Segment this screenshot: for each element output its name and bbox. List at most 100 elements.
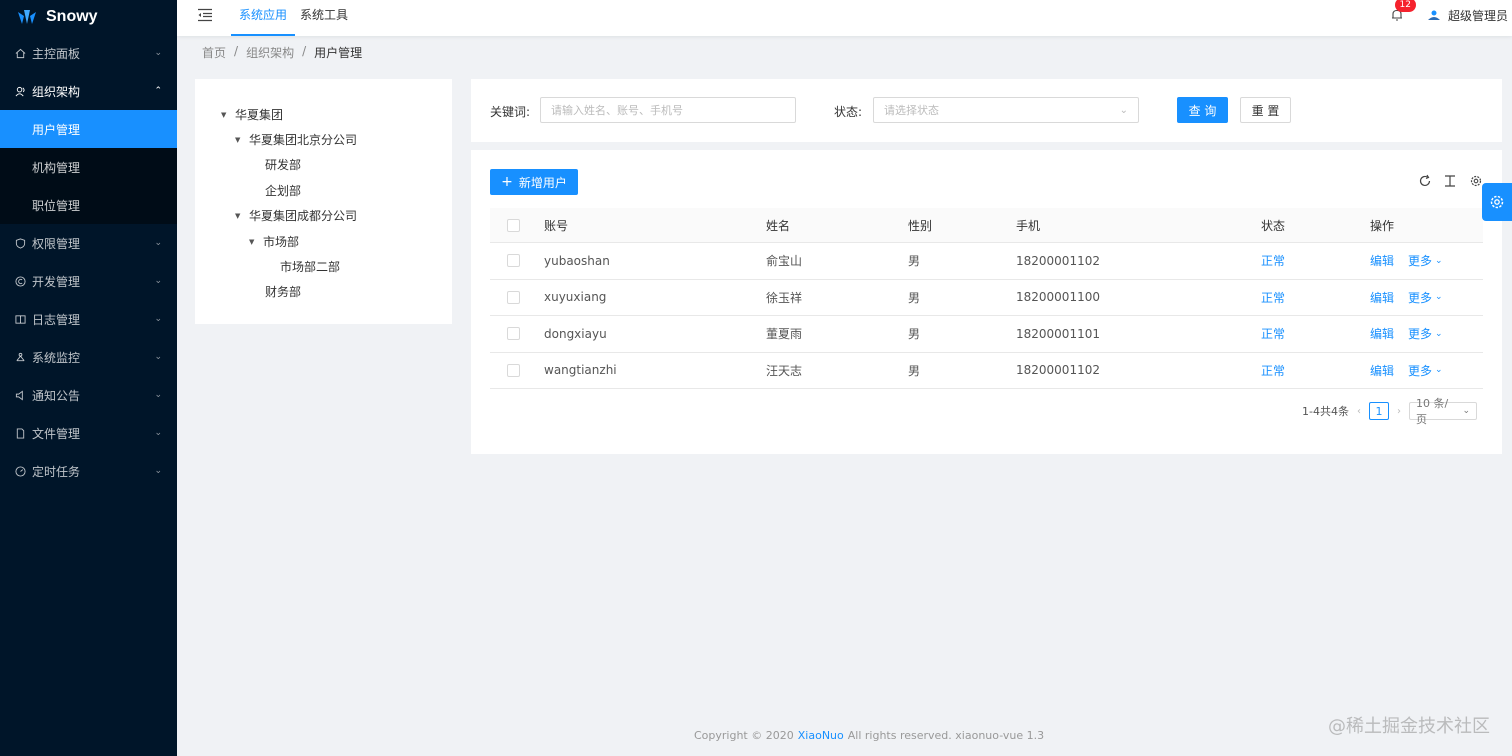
sidebar-item-user-management[interactable]: 用户管理 <box>0 110 177 148</box>
next-page-icon[interactable]: › <box>1397 406 1401 417</box>
cell-phone: 18200001102 <box>1016 363 1100 378</box>
status-link[interactable]: 正常 <box>1261 243 1285 279</box>
sidebar-item-notice[interactable]: 通知公告 ⌄ <box>0 376 177 414</box>
logo[interactable]: Snowy <box>0 0 177 34</box>
column-header[interactable]: 账号 <box>544 208 568 242</box>
select-all-checkbox[interactable] <box>507 208 520 242</box>
sidebar-item-label: 文件管理 <box>32 426 81 441</box>
status-link[interactable]: 正常 <box>1261 316 1285 352</box>
breadcrumb-org[interactable]: 组织架构 <box>246 44 294 61</box>
status-link[interactable]: 正常 <box>1261 353 1285 389</box>
more-dropdown[interactable]: 更多 ⌄ <box>1408 243 1443 279</box>
keyword-label: 关键词: <box>490 105 531 119</box>
sidebar-item-dashboard[interactable]: 主控面板 ⌄ <box>0 34 177 72</box>
tab-system-apps[interactable]: 系统应用 <box>231 0 296 36</box>
column-header[interactable]: 手机 <box>1016 208 1040 242</box>
chevron-down-icon: ⌄ <box>154 390 162 400</box>
tab-system-tools[interactable]: 系统工具 <box>300 0 348 36</box>
column-height-icon[interactable] <box>1443 174 1457 188</box>
edit-link[interactable]: 编辑 <box>1370 316 1394 352</box>
more-dropdown[interactable]: 更多 ⌄ <box>1408 316 1443 352</box>
sidebar-item-org-management[interactable]: 机构管理 <box>0 148 177 186</box>
prev-page-icon[interactable]: ‹ <box>1357 406 1361 417</box>
query-button[interactable]: 查 询 <box>1177 97 1228 123</box>
caret-down-icon[interactable]: ▼ <box>235 136 243 144</box>
sidebar-item-label: 主控面板 <box>32 46 81 61</box>
cell-name: 董夏雨 <box>766 327 803 342</box>
tree-node[interactable]: 研发部 <box>265 156 301 173</box>
tree-node[interactable]: 企划部 <box>265 182 301 199</box>
breadcrumb-separator: / <box>234 44 239 58</box>
tree-node[interactable]: ▼ 市场部 <box>249 233 299 250</box>
cell-gender: 男 <box>908 363 921 378</box>
setting-icon[interactable] <box>1469 174 1483 188</box>
sidebar-item-file[interactable]: 文件管理 ⌄ <box>0 414 177 452</box>
caret-down-icon[interactable]: ▼ <box>235 212 243 220</box>
sidebar-item-log[interactable]: 日志管理 ⌄ <box>0 300 177 338</box>
sidebar-item-permission[interactable]: 权限管理 ⌄ <box>0 224 177 262</box>
cell-name: 徐玉祥 <box>766 290 803 305</box>
breadcrumb-home[interactable]: 首页 <box>202 44 226 61</box>
more-dropdown[interactable]: 更多 ⌄ <box>1408 280 1443 316</box>
add-user-button[interactable]: + 新增用户 <box>490 169 578 195</box>
footer: Copyright © 2020 XiaoNuo All rights rese… <box>694 729 1044 742</box>
tree-node[interactable]: ▼ 华夏集团成都分公司 <box>235 207 357 224</box>
sidebar-item-dev[interactable]: 开发管理 ⌄ <box>0 262 177 300</box>
watermark: @稀土掘金技术社区 <box>1328 716 1490 737</box>
chevron-up-icon: ⌃ <box>154 86 162 96</box>
sidebar-item-monitor[interactable]: 系统监控 ⌄ <box>0 338 177 376</box>
sidebar-item-position-management[interactable]: 职位管理 <box>0 186 177 224</box>
status-select[interactable]: 请选择状态 ⌄ <box>873 97 1139 123</box>
chevron-down-icon: ⌄ <box>1119 104 1128 116</box>
page-number[interactable]: 1 <box>1369 402 1389 420</box>
sidebar-item-label: 权限管理 <box>32 236 81 251</box>
row-checkbox[interactable] <box>507 243 520 279</box>
caret-down-icon[interactable]: ▼ <box>249 238 257 246</box>
settings-drawer-button[interactable] <box>1482 183 1512 221</box>
keyword-input[interactable]: 请输入姓名、账号、手机号 <box>540 97 796 123</box>
row-checkbox[interactable] <box>507 280 520 316</box>
cell-gender: 男 <box>908 254 921 269</box>
tree-node-label: 市场部 <box>263 235 300 249</box>
cell-gender: 男 <box>908 327 921 342</box>
table-row: yubaoshan 俞宝山 男 18200001102 正常 编辑 更多 ⌄ <box>490 243 1483 280</box>
caret-down-icon[interactable]: ▼ <box>221 111 229 119</box>
org-submenu: 用户管理 机构管理 职位管理 <box>0 110 177 224</box>
table-header-row: 账号 姓名 性别 手机 状态 操作 <box>490 208 1483 243</box>
reload-icon[interactable] <box>1418 174 1432 188</box>
chevron-down-icon: ⌄ <box>154 48 162 58</box>
tree-node[interactable]: 财务部 <box>265 283 301 300</box>
edit-link[interactable]: 编辑 <box>1370 353 1394 389</box>
tree-node[interactable]: ▼ 华夏集团 <box>221 106 283 123</box>
cell-account: xuyuxiang <box>544 290 607 305</box>
column-header[interactable]: 性别 <box>908 208 932 242</box>
menu-fold-icon[interactable] <box>197 8 213 22</box>
tree-node[interactable]: 市场部二部 <box>280 258 340 275</box>
status-label: 状态: <box>834 105 863 119</box>
reset-button[interactable]: 重 置 <box>1240 97 1291 123</box>
pagination-total: 1-4共4条 <box>1302 405 1349 418</box>
footer-link[interactable]: XiaoNuo <box>798 729 844 742</box>
edit-link[interactable]: 编辑 <box>1370 280 1394 316</box>
sidebar-item-task[interactable]: 定时任务 ⌄ <box>0 452 177 490</box>
tree-node[interactable]: ▼ 华夏集团北京分公司 <box>235 131 357 148</box>
more-dropdown[interactable]: 更多 ⌄ <box>1408 353 1443 389</box>
cell-account: dongxiayu <box>544 326 607 341</box>
edit-link[interactable]: 编辑 <box>1370 243 1394 279</box>
row-checkbox[interactable] <box>507 316 520 352</box>
home-icon <box>14 47 26 59</box>
tree-node-label: 市场部二部 <box>280 260 341 274</box>
more-label: 更多 <box>1408 290 1433 305</box>
breadcrumb: 首页 / 组织架构 / 用户管理 <box>202 44 362 61</box>
keyword-placeholder: 请输入姓名、账号、手机号 <box>551 104 683 117</box>
column-header[interactable]: 姓名 <box>766 208 790 242</box>
column-header[interactable]: 状态 <box>1261 208 1285 242</box>
chevron-down-icon: ⌄ <box>1435 365 1443 376</box>
row-checkbox[interactable] <box>507 353 520 389</box>
notification-badge: 12 <box>1394 0 1416 12</box>
page-size-select[interactable]: 10 条/页 ⌄ <box>1409 397 1477 426</box>
sidebar-item-org[interactable]: 组织架构 ⌃ <box>0 72 177 110</box>
chevron-down-icon: ⌄ <box>1435 255 1443 266</box>
status-link[interactable]: 正常 <box>1261 280 1285 316</box>
user-menu[interactable]: 超级管理员 <box>1426 0 1508 30</box>
